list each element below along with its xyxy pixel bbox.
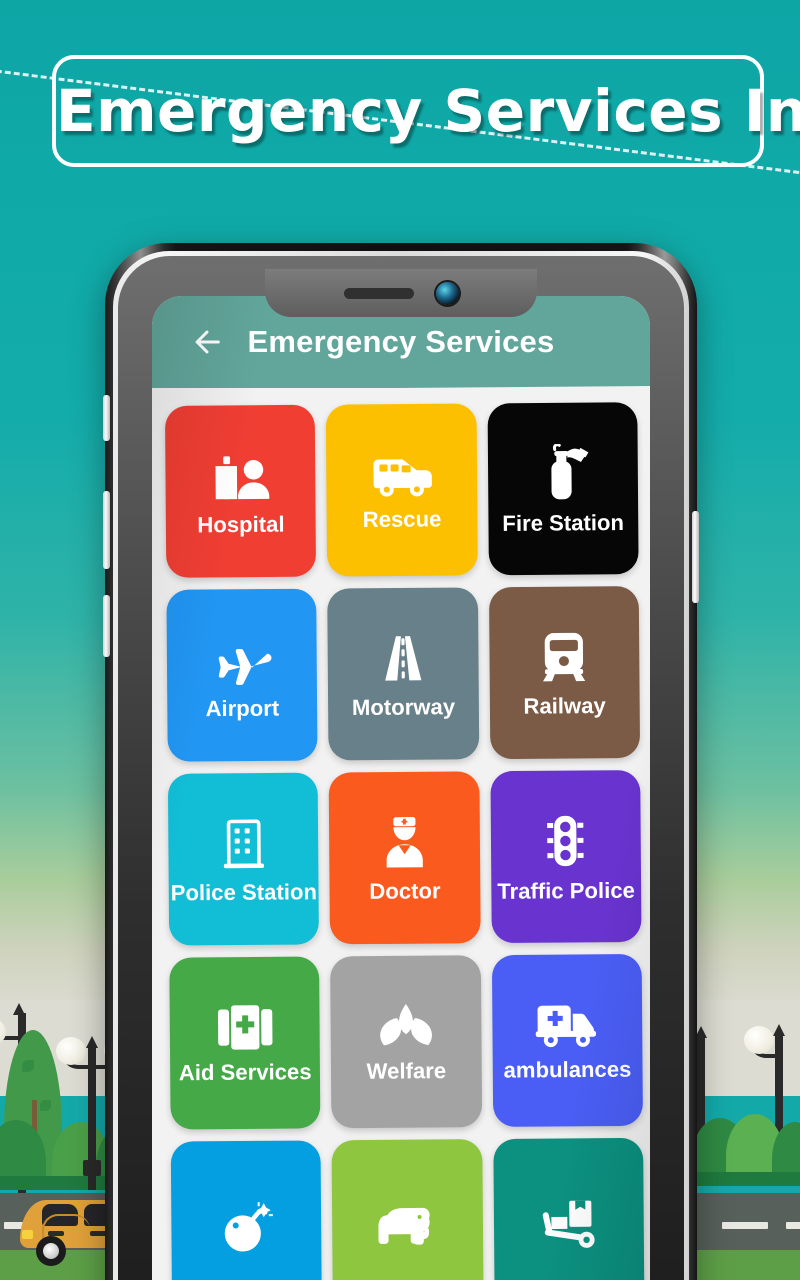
service-tile-label: Motorway — [351, 693, 456, 720]
service-tile[interactable]: Airport — [166, 588, 318, 762]
lamp-globe-icon — [56, 1037, 86, 1065]
service-tile-label: Aid Services — [178, 1058, 312, 1085]
traffic-light-icon — [542, 811, 589, 870]
service-tile-label: Police Station — [170, 878, 318, 905]
service-tile[interactable]: Hospital — [164, 404, 317, 578]
service-tile[interactable]: Railway — [488, 586, 641, 760]
page-title: Emergency Services Info — [56, 77, 800, 145]
service-tile-label: Welfare — [366, 1057, 447, 1084]
service-tile[interactable]: Aid Services — [169, 956, 321, 1130]
header-banner-area: Emergency Services Info — [0, 0, 800, 210]
car-wheel — [36, 1236, 66, 1266]
phone-bezel: Emergency Services Hospital Rescue Fire St… — [118, 256, 684, 1280]
lamp-globe-icon — [744, 1026, 774, 1054]
road-dash — [722, 1222, 768, 1229]
lamp-foot — [83, 1160, 101, 1176]
volume-up-button[interactable] — [103, 395, 110, 441]
lotus-icon — [377, 1001, 436, 1050]
service-tile[interactable]: Welfare — [330, 955, 482, 1129]
service-tile[interactable]: Motorway — [327, 587, 479, 761]
front-camera-icon — [435, 281, 459, 305]
phone-notch — [265, 269, 537, 317]
app-bar-title: Emergency Services — [247, 324, 555, 359]
service-tile[interactable] — [492, 1137, 645, 1280]
rescue-van-icon — [369, 450, 434, 499]
phone-screen: Emergency Services Hospital Rescue Fire St… — [152, 296, 650, 1280]
service-tile[interactable]: Doctor — [328, 771, 481, 945]
first-aid-kit-icon — [216, 1003, 275, 1052]
service-tile[interactable]: Fire Station — [487, 402, 639, 576]
service-tile-label: Doctor — [369, 877, 441, 904]
bush-base — [692, 1172, 800, 1186]
leaf-decor — [22, 1060, 34, 1072]
volume-down-button[interactable] — [103, 491, 110, 569]
banner-frame: Emergency Services Info — [52, 55, 800, 167]
service-tile-label: ambulances — [503, 1056, 632, 1083]
service-tile[interactable]: Traffic Police — [490, 770, 642, 944]
service-tile[interactable] — [331, 1139, 484, 1280]
road-icon — [375, 629, 432, 686]
earpiece-speaker — [343, 287, 414, 299]
service-tile[interactable] — [170, 1140, 323, 1280]
ambulance-icon — [535, 1000, 600, 1049]
service-tile-label: Traffic Police — [497, 877, 635, 904]
car-headlight — [22, 1230, 33, 1239]
hand-truck-icon — [539, 1198, 598, 1251]
service-tile-label: Hospital — [197, 511, 285, 537]
mute-switch-button[interactable] — [103, 595, 110, 657]
service-tile[interactable]: Rescue — [326, 403, 478, 577]
service-tile-label: Airport — [205, 694, 280, 721]
service-tile[interactable]: Police Station — [167, 772, 320, 946]
service-tile-label: Fire Station — [502, 509, 625, 536]
doctor-icon — [378, 813, 431, 870]
train-icon — [537, 628, 592, 685]
bomb-icon — [219, 1200, 274, 1255]
service-tile[interactable]: ambulances — [491, 953, 643, 1127]
building-icon — [218, 815, 269, 872]
services-grid: Hospital Rescue Fire Station Airport Motorwa… — [152, 386, 650, 1280]
service-tile-label: Rescue — [362, 505, 442, 532]
hospital-icon — [209, 447, 272, 504]
power-button[interactable] — [692, 511, 699, 603]
elephant-icon — [377, 1202, 438, 1249]
leaf-decor — [40, 1100, 51, 1111]
service-tile-label: Railway — [523, 692, 606, 719]
airplane-icon — [210, 631, 275, 688]
phone-mockup: Emergency Services Hospital Rescue Fire St… — [103, 243, 699, 1280]
fire-extinguisher-icon — [534, 443, 591, 502]
road-dash — [786, 1222, 800, 1229]
